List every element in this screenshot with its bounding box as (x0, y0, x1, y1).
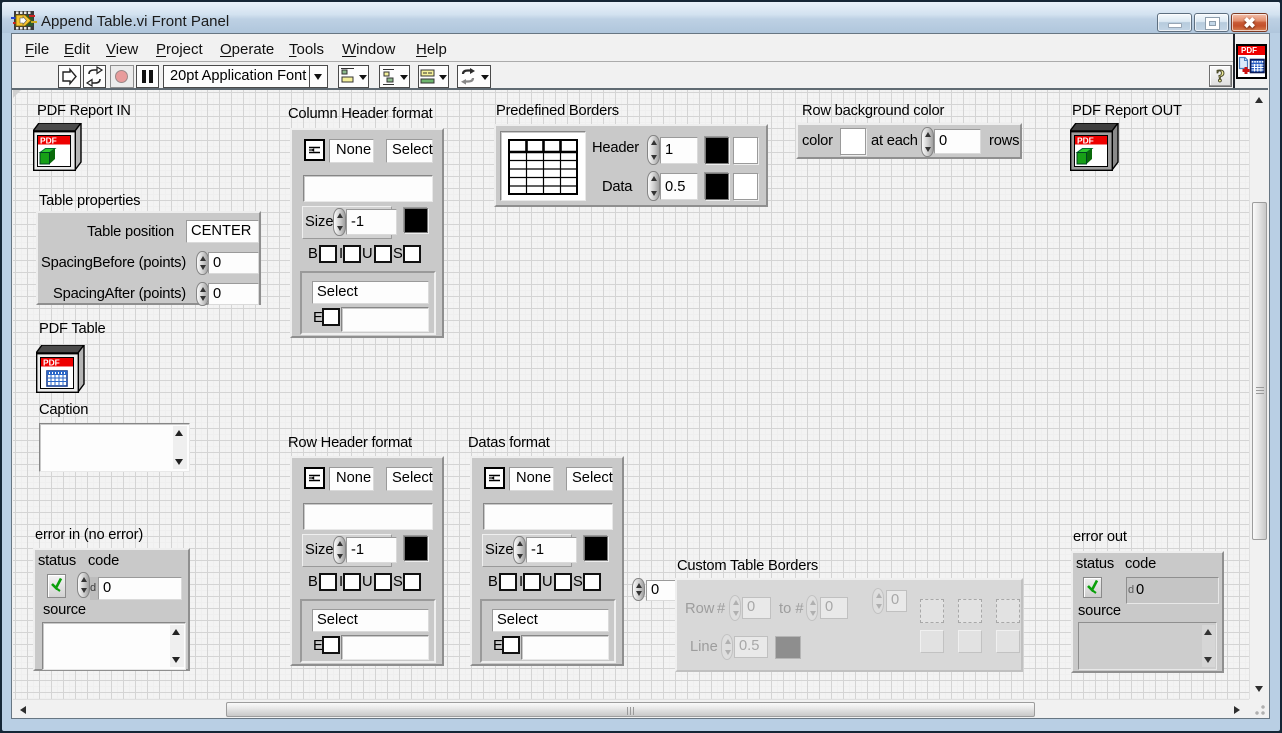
svg-text:?: ? (1216, 66, 1225, 86)
svg-text:PDF: PDF (40, 135, 57, 145)
svg-text:PDF: PDF (1077, 135, 1094, 145)
svg-text:PDF: PDF (43, 357, 60, 367)
